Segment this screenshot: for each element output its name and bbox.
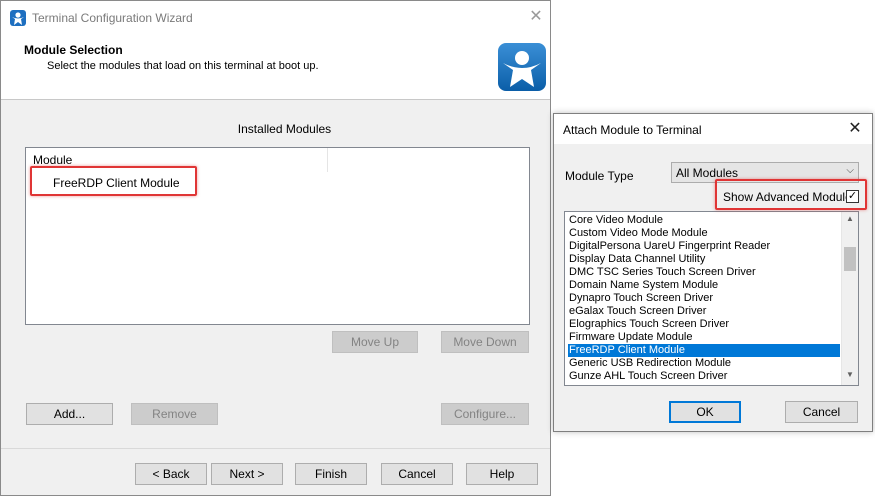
help-button[interactable]: Help: [466, 463, 538, 485]
vertical-scrollbar[interactable]: ▲ ▼: [841, 212, 858, 385]
dialog-title-bar: Attach Module to Terminal ✕: [554, 114, 872, 144]
list-item[interactable]: Dynapro Touch Screen Driver: [568, 292, 840, 305]
page-subtitle: Select the modules that load on this ter…: [47, 60, 319, 72]
terminal-configuration-wizard: Terminal Configuration Wizard ✕ Module S…: [0, 0, 551, 496]
scroll-down-icon[interactable]: ▼: [842, 370, 858, 384]
module-column-header[interactable]: Module: [33, 153, 72, 167]
remove-button[interactable]: Remove: [131, 403, 218, 425]
show-advanced-highlight: [715, 179, 867, 210]
close-icon[interactable]: ✕: [527, 8, 545, 26]
page-title: Module Selection: [24, 43, 123, 57]
installed-modules-label: Installed Modules: [237, 122, 332, 136]
finish-button[interactable]: Finish: [295, 463, 367, 485]
wizard-header: Module Selection Select the modules that…: [1, 35, 550, 100]
thinmanager-logo-graphic: [503, 51, 541, 87]
dialog-cancel-button[interactable]: Cancel: [785, 401, 858, 423]
add-button[interactable]: Add...: [26, 403, 113, 425]
module-type-value: All Modules: [676, 166, 739, 180]
list-item[interactable]: Firmware Update Module: [568, 331, 840, 344]
list-item-selected[interactable]: FreeRDP Client Module: [568, 344, 840, 357]
column-divider: [327, 148, 328, 172]
list-item[interactable]: Display Data Channel Utility: [568, 253, 840, 266]
scroll-up-icon[interactable]: ▲: [842, 214, 858, 228]
footer-divider: [1, 448, 550, 449]
move-up-button[interactable]: Move Up: [332, 331, 418, 353]
wizard-title: Terminal Configuration Wizard: [32, 11, 193, 25]
list-item[interactable]: Custom Video Mode Module: [568, 227, 840, 240]
close-icon[interactable]: ✕: [846, 120, 864, 138]
cancel-button[interactable]: Cancel: [381, 463, 453, 485]
available-modules-list[interactable]: Core Video Module Custom Video Mode Modu…: [564, 211, 859, 386]
next-button[interactable]: Next >: [211, 463, 283, 485]
list-item[interactable]: DigitalPersona UareU Fingerprint Reader: [568, 240, 840, 253]
configure-button[interactable]: Configure...: [441, 403, 529, 425]
back-button[interactable]: < Back: [135, 463, 207, 485]
list-item[interactable]: Core Video Module: [568, 214, 840, 227]
scrollbar-thumb[interactable]: [844, 247, 856, 271]
list-item[interactable]: Elographics Touch Screen Driver: [568, 318, 840, 331]
list-item[interactable]: DMC TSC Series Touch Screen Driver: [568, 266, 840, 279]
dialog-title: Attach Module to Terminal: [563, 123, 702, 137]
list-item[interactable]: Generic USB Redirection Module: [568, 357, 840, 370]
thinmanager-icon: [10, 10, 26, 26]
installed-module-highlight: [30, 166, 197, 196]
ok-button[interactable]: OK: [669, 401, 741, 423]
list-item[interactable]: Domain Name System Module: [568, 279, 840, 292]
move-down-button[interactable]: Move Down: [441, 331, 529, 353]
wizard-title-bar: Terminal Configuration Wizard ✕: [1, 1, 550, 35]
list-item[interactable]: eGalax Touch Screen Driver: [568, 305, 840, 318]
chevron-down-icon: ⌵: [846, 165, 854, 176]
attach-module-dialog: Attach Module to Terminal ✕ Module Type …: [553, 113, 873, 432]
thinmanager-logo: [498, 43, 546, 91]
module-type-label: Module Type: [565, 169, 634, 183]
list-item[interactable]: Gunze AHL Touch Screen Driver: [568, 370, 840, 383]
